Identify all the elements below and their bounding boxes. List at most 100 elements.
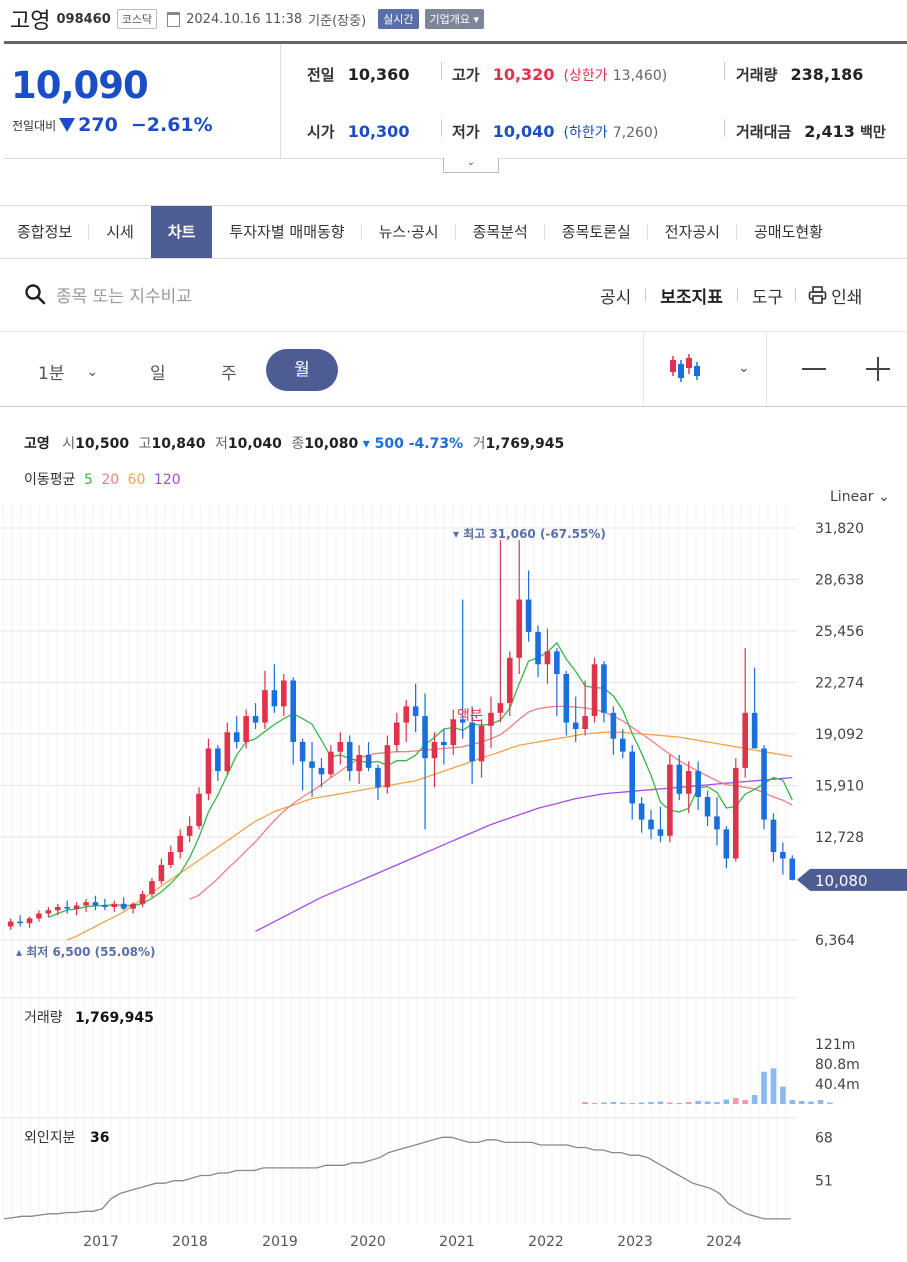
quote-basis: 기준(장중) xyxy=(308,13,367,29)
candle xyxy=(375,767,381,788)
tab-discussion[interactable]: 종목토론실 xyxy=(545,206,648,258)
candle xyxy=(648,819,654,830)
candle xyxy=(601,664,607,713)
x-tick-label: 2020 xyxy=(350,1234,386,1250)
x-tick-label: 2018 xyxy=(172,1234,208,1250)
candle xyxy=(403,706,410,723)
quote-datetime: 2024.10.16 11:38 xyxy=(186,11,303,27)
candle xyxy=(695,771,701,797)
indicator-button[interactable]: 보조지표 xyxy=(660,283,723,308)
volume-bar xyxy=(751,1095,758,1104)
candle xyxy=(554,651,560,674)
candle xyxy=(723,829,730,859)
chevron-down-icon: ⌄ xyxy=(466,157,476,168)
chevron-down-icon: ⌄ xyxy=(738,360,750,376)
expand-toggle-button[interactable]: ⌄ xyxy=(443,158,499,173)
volume-label: 거래량 xyxy=(736,66,778,84)
tab-analysis[interactable]: 종목분석 xyxy=(456,206,545,258)
period-day-button[interactable]: 일 xyxy=(150,359,166,384)
candle xyxy=(149,881,155,895)
chart-type-dropdown[interactable]: ⌄ xyxy=(668,352,750,384)
candle xyxy=(45,910,52,914)
calendar-icon xyxy=(167,11,181,27)
candle xyxy=(676,764,683,794)
candle xyxy=(365,754,372,768)
foreign-label: 외인지분 xyxy=(24,1130,76,1146)
candle xyxy=(26,918,33,924)
split-annotation: 액분 xyxy=(457,708,483,724)
stock-name: 고영 xyxy=(10,9,51,34)
volume-bar xyxy=(667,1102,673,1104)
current-price: 10,090 xyxy=(11,64,149,107)
period-minute-dropdown[interactable]: 1분 ⌄ xyxy=(38,359,98,385)
volume-bar xyxy=(685,1102,692,1104)
candle xyxy=(732,767,739,859)
period-month-button[interactable]: 월 xyxy=(266,349,338,391)
candle xyxy=(262,690,268,723)
candle xyxy=(525,599,532,632)
tab-news[interactable]: 뉴스·공시 xyxy=(362,206,456,258)
realtime-badge[interactable]: 실시간 xyxy=(378,9,419,29)
zoom-out-button[interactable] xyxy=(802,368,826,370)
candle xyxy=(177,835,184,853)
candle xyxy=(337,741,344,752)
tab-chart[interactable]: 차트 xyxy=(150,206,213,258)
candle xyxy=(714,816,720,830)
candle xyxy=(328,751,334,775)
change-percent: −2.61% xyxy=(130,114,213,136)
y-tick-label: 6,364 xyxy=(815,933,855,949)
tab-price[interactable]: 시세 xyxy=(89,206,151,258)
volume-bar xyxy=(808,1101,814,1104)
price-chart[interactable]: 31,820 28,638 25,456 22,274 19,092 15,910 12,7… xyxy=(0,500,907,1250)
foreign-tick-label: 68 xyxy=(815,1130,833,1146)
x-tick-label: 2023 xyxy=(617,1234,653,1250)
volume-tick-label: 40.4m xyxy=(815,1077,860,1093)
open-value: 10,300 xyxy=(347,122,410,141)
foreign-tick-label: 51 xyxy=(815,1174,833,1190)
y-tick-label: 19,092 xyxy=(815,727,864,743)
low-label: 저가 xyxy=(452,123,480,141)
volume-bar xyxy=(714,1102,720,1104)
candle xyxy=(186,826,193,836)
y-tick-label: 12,728 xyxy=(815,830,864,846)
candle xyxy=(102,905,108,908)
price-box: 10,090 전일대비 270 −2.61% xyxy=(4,44,281,158)
print-button[interactable]: 인쇄 xyxy=(808,283,862,308)
candle xyxy=(83,902,89,906)
candle xyxy=(167,852,174,865)
candle xyxy=(619,738,626,752)
foreign-value: 36 xyxy=(90,1130,109,1146)
company-overview-button[interactable]: 기업개요 ▾ xyxy=(424,9,485,29)
y-tick-label: 15,910 xyxy=(815,779,864,795)
lower-limit: 7,260) xyxy=(612,125,659,141)
volume-value: 238,186 xyxy=(790,65,864,84)
candle xyxy=(412,706,419,717)
search-icon xyxy=(25,284,46,305)
tab-disclosure[interactable]: 전자공시 xyxy=(648,206,737,258)
tab-short-selling[interactable]: 공매도현황 xyxy=(737,206,840,258)
volume-bar xyxy=(601,1102,607,1104)
candle xyxy=(450,719,457,746)
y-tick-label: 25,456 xyxy=(815,624,864,640)
tab-investor-trend[interactable]: 투자자별 매매동향 xyxy=(212,206,362,258)
volume-bar xyxy=(761,1071,767,1104)
tab-summary[interactable]: 종합정보 xyxy=(0,206,90,258)
printer-icon xyxy=(808,286,827,304)
volume-bar xyxy=(648,1102,654,1104)
candle xyxy=(318,767,325,775)
tools-button[interactable]: 도구 xyxy=(752,283,783,308)
notice-button[interactable]: 공시 xyxy=(600,283,631,308)
candle xyxy=(271,690,278,707)
candle xyxy=(309,761,315,768)
candle xyxy=(478,725,485,762)
compare-search[interactable]: 종목 또는 지수비교 xyxy=(24,282,192,307)
candle xyxy=(139,894,146,904)
zoom-in-button[interactable] xyxy=(866,357,890,381)
candle xyxy=(346,741,353,772)
candle xyxy=(704,796,711,817)
volume-bar xyxy=(723,1099,730,1104)
down-triangle-icon xyxy=(59,118,76,132)
period-week-button[interactable]: 주 xyxy=(221,359,237,384)
volume-bar xyxy=(657,1101,664,1104)
volume-bar xyxy=(732,1098,739,1104)
